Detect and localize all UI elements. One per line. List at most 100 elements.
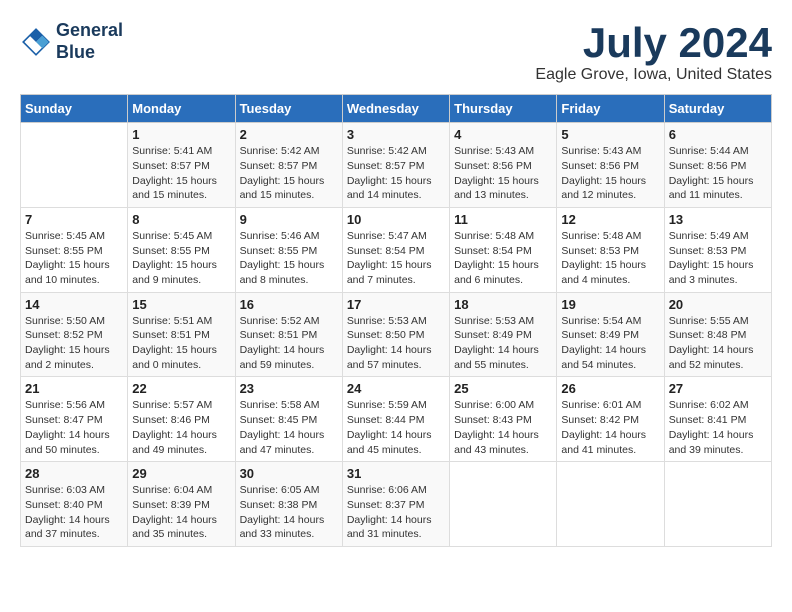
day-number: 10 [347,212,445,227]
calendar-cell: 21 Sunrise: 5:56 AM Sunset: 8:47 PM Dayli… [21,377,128,462]
calendar-cell: 30Sunrise: 6:05 AM Sunset: 8:38 PM Dayli… [235,462,342,547]
calendar-week-row: 21 Sunrise: 5:56 AM Sunset: 8:47 PM Dayli… [21,377,772,462]
day-detail: Sunrise: 5:52 AM Sunset: 8:51 PM Dayligh… [240,314,338,373]
day-detail: Sunrise: 5:54 AM Sunset: 8:49 PM Dayligh… [561,314,659,373]
calendar-body: 1 Sunrise: 5:41 AM Sunset: 8:57 PM Daylig… [21,123,772,547]
day-detail: Sunrise: 5:58 AM Sunset: 8:45 PM Dayligh… [240,398,338,457]
day-number: 11 [454,212,552,227]
day-detail: Sunrise: 5:43 AM Sunset: 8:56 PM Dayligh… [454,144,552,203]
day-number: 12 [561,212,659,227]
day-number: 26 [561,381,659,396]
calendar-cell [21,123,128,208]
calendar-cell: 15 Sunrise: 5:51 AM Sunset: 8:51 PM Dayli… [128,292,235,377]
calendar-header-row: SundayMondayTuesdayWednesdayThursdayFrid… [21,95,772,123]
day-number: 23 [240,381,338,396]
day-number: 3 [347,127,445,142]
day-number: 24 [347,381,445,396]
day-of-week-header: Monday [128,95,235,123]
day-detail: Sunrise: 5:42 AM Sunset: 8:57 PM Dayligh… [347,144,445,203]
calendar-week-row: 7 Sunrise: 5:45 AM Sunset: 8:55 PM Daylig… [21,207,772,292]
day-detail: Sunrise: 6:05 AM Sunset: 8:38 PM Dayligh… [240,483,338,542]
main-title: July 2024 [535,20,772,66]
logo-icon [20,26,52,58]
calendar-cell: 27 Sunrise: 6:02 AM Sunset: 8:41 PM Dayli… [664,377,771,462]
logo-text: General Blue [56,20,123,63]
day-of-week-header: Wednesday [342,95,449,123]
day-number: 28 [25,466,123,481]
day-detail: Sunrise: 5:42 AM Sunset: 8:57 PM Dayligh… [240,144,338,203]
calendar-cell: 29Sunrise: 6:04 AM Sunset: 8:39 PM Dayli… [128,462,235,547]
day-number: 15 [132,297,230,312]
day-number: 6 [669,127,767,142]
calendar-cell: 7 Sunrise: 5:45 AM Sunset: 8:55 PM Daylig… [21,207,128,292]
day-number: 22 [132,381,230,396]
calendar-cell: 25Sunrise: 6:00 AM Sunset: 8:43 PM Dayli… [450,377,557,462]
day-number: 25 [454,381,552,396]
calendar-cell: 8Sunrise: 5:45 AM Sunset: 8:55 PM Daylig… [128,207,235,292]
day-detail: Sunrise: 6:03 AM Sunset: 8:40 PM Dayligh… [25,483,123,542]
calendar-cell: 4Sunrise: 5:43 AM Sunset: 8:56 PM Daylig… [450,123,557,208]
day-number: 27 [669,381,767,396]
day-number: 20 [669,297,767,312]
calendar-cell: 14Sunrise: 5:50 AM Sunset: 8:52 PM Dayli… [21,292,128,377]
day-number: 16 [240,297,338,312]
calendar-cell: 9 Sunrise: 5:46 AM Sunset: 8:55 PM Daylig… [235,207,342,292]
day-detail: Sunrise: 5:43 AM Sunset: 8:56 PM Dayligh… [561,144,659,203]
day-detail: Sunrise: 6:02 AM Sunset: 8:41 PM Dayligh… [669,398,767,457]
day-number: 5 [561,127,659,142]
calendar-cell: 22Sunrise: 5:57 AM Sunset: 8:46 PM Dayli… [128,377,235,462]
day-detail: Sunrise: 5:51 AM Sunset: 8:51 PM Dayligh… [132,314,230,373]
calendar-cell: 13Sunrise: 5:49 AM Sunset: 8:53 PM Dayli… [664,207,771,292]
day-number: 19 [561,297,659,312]
day-detail: Sunrise: 5:47 AM Sunset: 8:54 PM Dayligh… [347,229,445,288]
day-number: 7 [25,212,123,227]
calendar-cell: 23 Sunrise: 5:58 AM Sunset: 8:45 PM Dayli… [235,377,342,462]
calendar-cell [450,462,557,547]
calendar-cell: 24 Sunrise: 5:59 AM Sunset: 8:44 PM Dayli… [342,377,449,462]
day-detail: Sunrise: 5:59 AM Sunset: 8:44 PM Dayligh… [347,398,445,457]
day-detail: Sunrise: 5:48 AM Sunset: 8:54 PM Dayligh… [454,229,552,288]
calendar-cell: 17Sunrise: 5:53 AM Sunset: 8:50 PM Dayli… [342,292,449,377]
calendar-cell: 12 Sunrise: 5:48 AM Sunset: 8:53 PM Dayli… [557,207,664,292]
day-detail: Sunrise: 5:41 AM Sunset: 8:57 PM Dayligh… [132,144,230,203]
day-number: 14 [25,297,123,312]
logo-line1: General [56,20,123,42]
day-detail: Sunrise: 5:46 AM Sunset: 8:55 PM Dayligh… [240,229,338,288]
day-of-week-header: Tuesday [235,95,342,123]
day-number: 2 [240,127,338,142]
day-detail: Sunrise: 6:04 AM Sunset: 8:39 PM Dayligh… [132,483,230,542]
day-number: 8 [132,212,230,227]
day-detail: Sunrise: 5:53 AM Sunset: 8:50 PM Dayligh… [347,314,445,373]
day-detail: Sunrise: 5:56 AM Sunset: 8:47 PM Dayligh… [25,398,123,457]
day-number: 21 [25,381,123,396]
day-detail: Sunrise: 5:53 AM Sunset: 8:49 PM Dayligh… [454,314,552,373]
calendar-cell [664,462,771,547]
calendar-cell: 18 Sunrise: 5:53 AM Sunset: 8:49 PM Dayli… [450,292,557,377]
calendar-cell [557,462,664,547]
day-detail: Sunrise: 6:01 AM Sunset: 8:42 PM Dayligh… [561,398,659,457]
day-detail: Sunrise: 5:45 AM Sunset: 8:55 PM Dayligh… [25,229,123,288]
day-detail: Sunrise: 5:48 AM Sunset: 8:53 PM Dayligh… [561,229,659,288]
day-of-week-header: Thursday [450,95,557,123]
title-block: July 2024 Eagle Grove, Iowa, United Stat… [535,20,772,84]
day-number: 18 [454,297,552,312]
day-of-week-header: Friday [557,95,664,123]
day-number: 1 [132,127,230,142]
calendar-cell: 3 Sunrise: 5:42 AM Sunset: 8:57 PM Daylig… [342,123,449,208]
calendar-cell: 19 Sunrise: 5:54 AM Sunset: 8:49 PM Dayli… [557,292,664,377]
day-detail: Sunrise: 6:06 AM Sunset: 8:37 PM Dayligh… [347,483,445,542]
calendar-cell: 31Sunrise: 6:06 AM Sunset: 8:37 PM Dayli… [342,462,449,547]
logo-line2: Blue [56,42,123,64]
calendar-week-row: 28 Sunrise: 6:03 AM Sunset: 8:40 PM Dayli… [21,462,772,547]
day-detail: Sunrise: 5:44 AM Sunset: 8:56 PM Dayligh… [669,144,767,203]
calendar-week-row: 14Sunrise: 5:50 AM Sunset: 8:52 PM Dayli… [21,292,772,377]
day-of-week-header: Sunday [21,95,128,123]
calendar-cell: 5 Sunrise: 5:43 AM Sunset: 8:56 PM Daylig… [557,123,664,208]
day-detail: Sunrise: 5:49 AM Sunset: 8:53 PM Dayligh… [669,229,767,288]
calendar-cell: 6 Sunrise: 5:44 AM Sunset: 8:56 PM Daylig… [664,123,771,208]
logo: General Blue [20,20,123,63]
day-number: 9 [240,212,338,227]
calendar-cell: 11 Sunrise: 5:48 AM Sunset: 8:54 PM Dayli… [450,207,557,292]
calendar-cell: 26 Sunrise: 6:01 AM Sunset: 8:42 PM Dayli… [557,377,664,462]
calendar-table: SundayMondayTuesdayWednesdayThursdayFrid… [20,94,772,547]
